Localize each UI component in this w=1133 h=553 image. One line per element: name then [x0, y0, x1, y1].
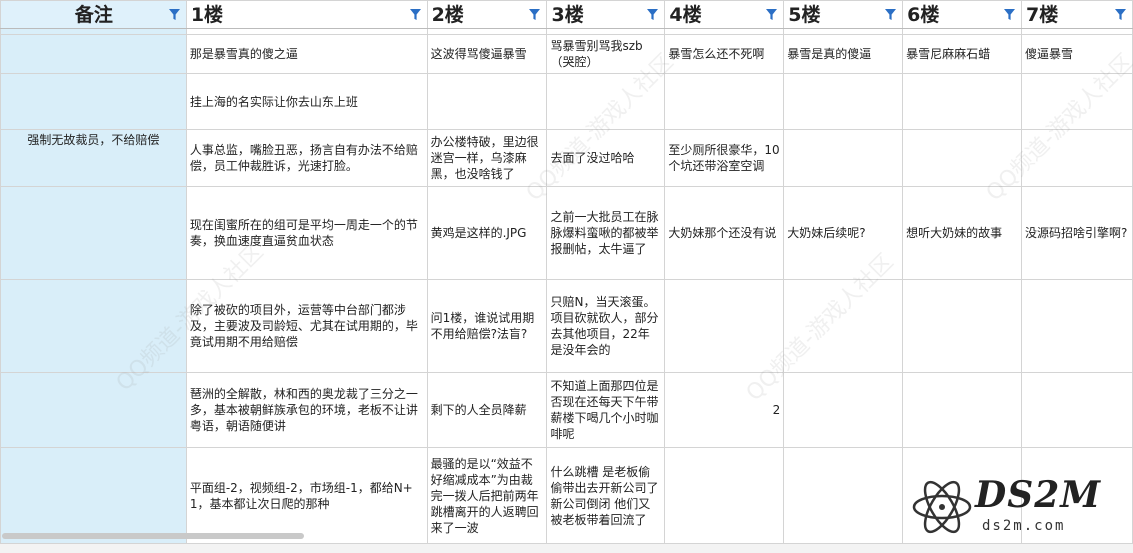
- table-cell[interactable]: 暴雪怎么还不死啊: [664, 34, 785, 74]
- table-cell[interactable]: 没源码招啥引擎啊?: [1021, 186, 1133, 280]
- table-cell[interactable]: 只赔N，当天滚蛋。项目砍就砍人，部分去其他项目，22年是没年会的: [546, 279, 666, 373]
- table-cell[interactable]: [783, 129, 904, 187]
- column-header-floor-4[interactable]: 4楼: [664, 0, 785, 29]
- logo-subtitle: ds2m.com: [982, 518, 1066, 534]
- table-row: 除了被砍的项目外，运营等中台部门都涉及，主要波及司龄短、尤其在试用期的，毕竟试用…: [0, 279, 1133, 373]
- table-cell[interactable]: 大奶妹那个还没有说: [664, 186, 785, 280]
- ds2m-logo: DS2M ds2m.com: [910, 472, 1130, 542]
- table-row: 强制无故裁员，不给赔偿 人事总监，嘴脸丑恶，扬言自有办法不给赔偿，员工仲裁胜诉，…: [0, 129, 1133, 187]
- atom-icon: [912, 480, 972, 534]
- table-cell[interactable]: [902, 279, 1023, 373]
- table-cell[interactable]: 至少厕所很豪华，10个坑还带浴室空调: [664, 129, 785, 187]
- table-cell[interactable]: [664, 447, 785, 544]
- table-row: 那是暴雪真的傻之逼 这波得骂傻逼暴雪 骂暴雪别骂我szb（哭腔） 暴雪怎么还不死…: [0, 34, 1133, 74]
- logo-title: DS2M: [975, 474, 1102, 516]
- table-cell[interactable]: 去面了没过哈哈: [546, 129, 666, 187]
- table-cell[interactable]: 人事总监，嘴脸丑恶，扬言自有办法不给赔偿，员工仲裁胜诉，光速打脸。: [185, 129, 428, 187]
- column-header-floor-5[interactable]: 5楼: [783, 0, 904, 29]
- table-cell[interactable]: 这波得骂傻逼暴雪: [426, 34, 548, 74]
- filter-icon[interactable]: [647, 9, 659, 20]
- table-row: 琶洲的全解散，林和西的奥龙裁了三分之一多，基本被朝鲜族承包的环境，老板不让讲粤语…: [0, 372, 1133, 448]
- table-cell[interactable]: 办公楼特破，里边很迷宫一样，乌漆麻黑，也没啥钱了: [426, 129, 548, 187]
- table-cell[interactable]: [664, 279, 785, 373]
- table-cell[interactable]: 不知道上面那四位是否现在还每天下午带薪楼下喝几个小时咖啡呢: [546, 372, 666, 448]
- table-cell[interactable]: 大奶妹后续呢?: [783, 186, 904, 280]
- filter-icon[interactable]: [1115, 9, 1126, 20]
- table-cell[interactable]: 那是暴雪真的傻之逼: [185, 34, 428, 74]
- filter-icon[interactable]: [529, 9, 541, 20]
- note-cell[interactable]: 强制无故裁员，不给赔偿: [0, 129, 187, 187]
- bottom-strip: [0, 544, 1133, 553]
- table-cell[interactable]: 平面组-2，视频组-2，市场组-1，都给N+1，基本都让次日爬的那种: [185, 447, 428, 544]
- table-cell[interactable]: [783, 447, 904, 544]
- table-cell[interactable]: [783, 372, 904, 448]
- column-header-floor-7[interactable]: 7楼: [1021, 0, 1133, 29]
- table-cell[interactable]: [426, 73, 548, 130]
- table-cell[interactable]: 暴雪是真的傻逼: [783, 34, 904, 74]
- table-cell[interactable]: 傻逼暴雪: [1021, 34, 1133, 74]
- table-cell[interactable]: [1021, 73, 1133, 130]
- table-cell[interactable]: 暴雪尼麻麻石蜡: [902, 34, 1023, 74]
- table-cell[interactable]: [902, 73, 1023, 130]
- table-cell[interactable]: [1021, 129, 1133, 187]
- note-cell[interactable]: [0, 73, 187, 130]
- data-table: 备注 1楼 2楼 3楼 4楼 5楼 6楼 7楼 那是暴雪真的傻之逼 这波得骂傻逼…: [0, 0, 1133, 544]
- table-cell[interactable]: [783, 73, 904, 130]
- header-row: 备注 1楼 2楼 3楼 4楼 5楼 6楼 7楼: [0, 0, 1133, 29]
- note-cell[interactable]: [0, 186, 187, 280]
- table-cell[interactable]: 琶洲的全解散，林和西的奥龙裁了三分之一多，基本被朝鲜族承包的环境，老板不让讲粤语…: [185, 372, 428, 448]
- column-header-floor-1[interactable]: 1楼: [185, 0, 428, 29]
- spreadsheet: 备注 1楼 2楼 3楼 4楼 5楼 6楼 7楼 那是暴雪真的傻之逼 这波得骂傻逼…: [0, 0, 1133, 553]
- table-cell[interactable]: 想听大奶妹的故事: [902, 186, 1023, 280]
- table-cell[interactable]: [1021, 279, 1133, 373]
- table-row: 现在闺蜜所在的组可是平均一周走一个的节奏，换血速度直逼贫血状态 黄鸡是这样的.J…: [0, 186, 1133, 280]
- column-header-note[interactable]: 备注: [0, 0, 187, 29]
- table-cell[interactable]: 什么跳槽 是老板偷偷带出去开新公司了 新公司倒闭 他们又被老板带着回流了: [546, 447, 666, 544]
- table-cell[interactable]: 剩下的人全员降薪: [426, 372, 548, 448]
- note-cell[interactable]: [0, 447, 187, 544]
- column-header-floor-2[interactable]: 2楼: [426, 0, 548, 29]
- table-cell[interactable]: [783, 279, 904, 373]
- table-row: 挂上海的名实际让你去山东上班: [0, 73, 1133, 130]
- table-cell[interactable]: 黄鸡是这样的.JPG: [426, 186, 548, 280]
- table-cell[interactable]: [902, 129, 1023, 187]
- filter-icon[interactable]: [766, 9, 778, 20]
- filter-icon[interactable]: [885, 9, 897, 20]
- table-cell[interactable]: 之前一大批员工在脉脉爆料蛮啾的都被举报删帖，太牛逼了: [546, 186, 666, 280]
- table-cell[interactable]: 挂上海的名实际让你去山东上班: [185, 73, 428, 130]
- column-header-floor-6[interactable]: 6楼: [902, 0, 1023, 29]
- filter-icon[interactable]: [1004, 9, 1016, 20]
- filter-icon[interactable]: [409, 9, 421, 20]
- note-cell[interactable]: [0, 279, 187, 373]
- horizontal-scrollbar[interactable]: [2, 533, 304, 539]
- table-cell[interactable]: 最骚的是以“效益不好缩减成本”为由裁完一拨人后把前两年跳槽离开的人返聘回来了一波: [426, 447, 548, 544]
- table-cell[interactable]: [1021, 372, 1133, 448]
- table-cell[interactable]: [902, 372, 1023, 448]
- table-cell[interactable]: 2: [664, 372, 785, 448]
- filter-icon[interactable]: [168, 9, 180, 20]
- table-cell[interactable]: 除了被砍的项目外，运营等中台部门都涉及，主要波及司龄短、尤其在试用期的，毕竟试用…: [185, 279, 428, 373]
- note-cell[interactable]: [0, 372, 187, 448]
- table-cell[interactable]: 骂暴雪别骂我szb（哭腔）: [546, 34, 666, 74]
- table-cell[interactable]: 问1楼，谁说试用期不用给赔偿?法盲?: [426, 279, 548, 373]
- table-cell[interactable]: 现在闺蜜所在的组可是平均一周走一个的节奏，换血速度直逼贫血状态: [185, 186, 428, 280]
- table-cell[interactable]: [546, 73, 666, 130]
- note-cell[interactable]: [0, 34, 187, 74]
- column-header-floor-3[interactable]: 3楼: [546, 0, 666, 29]
- table-cell[interactable]: [664, 73, 785, 130]
